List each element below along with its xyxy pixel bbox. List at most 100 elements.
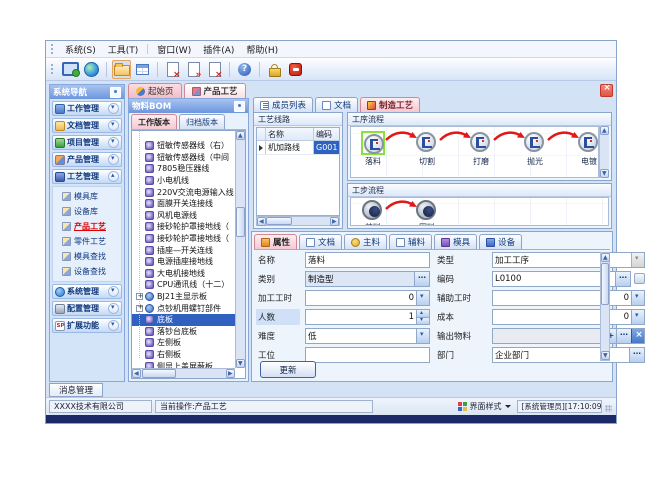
column-header-code[interactable]: 编码 [314,128,339,140]
process-flow-canvas[interactable]: 落料 切割 打磨 抛光 电镀 [350,126,599,178]
tab-start-page[interactable]: 起始页 [128,83,182,98]
sidebar-item-product-process[interactable]: 产品工艺 [53,220,121,233]
pin-icon[interactable] [234,101,245,112]
route-horizontal-scrollbar[interactable] [256,216,340,226]
expand-plus-icon[interactable] [136,305,143,312]
aux-hours-input[interactable] [493,291,631,305]
menu-system[interactable]: 系统(S) [59,42,102,57]
lock-button[interactable] [265,60,284,79]
tab-documents[interactable]: 文档 [299,234,342,249]
scrollbar-thumb[interactable] [142,369,176,378]
pin-icon[interactable] [110,87,121,98]
flow-vertical-scrollbar[interactable] [599,126,609,178]
scrollbar-thumb[interactable] [266,217,292,225]
tab-archived-version[interactable]: 归档版本 [179,114,225,129]
tree-item[interactable]: 左侧板 [132,337,235,349]
tree-item[interactable]: 插座—开关连线 [132,244,235,256]
update-button[interactable]: 更新 [260,361,316,378]
name-input[interactable] [306,253,429,267]
tab-product-process[interactable]: 产品工艺 [184,83,246,98]
tree-item[interactable]: 钮敏传感器线（右） [132,140,235,152]
tree-item[interactable]: 大电机接地线 [132,268,235,280]
machine-hours-dropdown-icon[interactable] [416,291,429,305]
tree-item[interactable]: 220V交流电源输入线 [132,186,235,198]
difficulty-input[interactable] [306,329,416,343]
tree-item[interactable]: 小电机线 [132,175,235,187]
tree-item[interactable]: 接砂轮护罩接地线（ [132,221,235,233]
sidebar-group-config[interactable]: 配置管理 [52,301,122,316]
menu-window[interactable]: 窗口(W) [151,42,197,57]
help-button[interactable] [235,60,254,79]
tab-documents[interactable]: 文档 [315,97,358,112]
tree-item[interactable]: 接砂轮护罩接地线（ [132,233,235,245]
flow-node-selected[interactable] [361,131,385,155]
category-browse-button[interactable] [414,272,429,286]
route-row[interactable]: 机加路线 G001 [257,141,339,155]
scroll-right-icon[interactable] [330,217,339,226]
tree-item-expandable[interactable]: BJ21主显示板 [132,291,235,303]
column-header-name[interactable]: 名称 [266,128,314,140]
sidebar-group-process[interactable]: 工艺管理 [52,169,122,184]
tab-aux-material[interactable]: 辅料 [389,234,432,249]
scroll-left-icon[interactable] [132,369,141,378]
code-extra-button[interactable] [634,273,645,284]
chevron-down-icon[interactable] [108,303,119,314]
sidebar-item-equipment-search[interactable]: 设备查找 [53,265,121,278]
tree-item[interactable]: 钮敏传感器线（中间 [132,152,235,164]
code-input[interactable] [493,272,615,286]
chevron-down-icon[interactable] [108,137,119,148]
tree-vertical-scrollbar[interactable] [235,131,245,368]
tree-item[interactable]: 落钞台底板 [132,326,235,338]
tab-equipment[interactable]: 设备 [479,234,522,249]
people-input[interactable] [306,310,416,324]
form-vertical-scrollbar[interactable] [600,252,610,361]
tab-properties[interactable]: 属性 [254,234,297,249]
menu-help[interactable]: 帮助(H) [240,42,284,57]
scroll-up-icon[interactable] [236,131,245,140]
scroll-up-icon[interactable] [600,126,609,135]
scrollbar-thumb[interactable] [601,263,609,305]
sidebar-group-extension[interactable]: 扩展功能 [52,318,122,333]
sidebar-group-product[interactable]: 产品管理 [52,152,122,167]
station-input[interactable] [306,348,429,362]
tab-main-material[interactable]: 主料 [344,234,387,249]
output-material-browse-button[interactable] [616,329,631,343]
expand-plus-icon[interactable] [136,293,143,300]
tab-member-list[interactable]: 成员列表 [253,97,313,112]
folder-view-button[interactable] [112,60,131,79]
doc-close-button[interactable] [205,60,224,79]
tree-item[interactable]: 电源插座接地线 [132,256,235,268]
code-browse-button[interactable] [615,272,630,286]
department-browse-button[interactable] [629,348,644,362]
tree-item[interactable]: 面膜开关连接线 [132,198,235,210]
sidebar-group-work[interactable]: 工作管理 [52,101,122,116]
chevron-down-icon[interactable] [108,103,119,114]
scroll-up-icon[interactable] [601,253,610,262]
chevron-down-icon[interactable] [108,286,119,297]
type-input[interactable] [493,253,631,267]
sidebar-item-equipment-library[interactable]: 设备库 [53,205,121,218]
type-dropdown-icon[interactable] [631,253,644,267]
chevron-down-icon[interactable] [108,120,119,131]
sidebar-group-system[interactable]: 系统管理 [52,284,122,299]
tree-item[interactable]: 侧显上盖屏蔽板 [132,360,235,368]
machine-hours-input[interactable] [306,291,416,305]
tab-working-version[interactable]: 工作版本 [131,114,177,129]
scrollbar-thumb[interactable] [236,207,245,237]
chevron-down-icon[interactable] [108,154,119,165]
flow-node[interactable] [361,199,385,223]
tree-horizontal-scrollbar[interactable] [132,368,235,378]
sidebar-item-part-process[interactable]: 零件工艺 [53,235,121,248]
chevron-up-icon[interactable] [108,171,119,182]
interface-style-button[interactable]: 界面样式 [455,400,514,413]
tree-item[interactable]: 7805稳压器线 [132,163,235,175]
web-button[interactable] [82,60,101,79]
resize-grip[interactable] [605,401,613,413]
output-material-input[interactable] [493,329,603,343]
sidebar-item-mold-library[interactable]: 模具库 [53,190,121,203]
sidebar-item-mold-search[interactable]: 模具查找 [53,250,121,263]
tree-item-expandable[interactable]: 点钞机用螺钉部件 [132,302,235,314]
scroll-left-icon[interactable] [257,217,266,226]
doc-refresh-button[interactable] [184,60,203,79]
cost-input[interactable] [493,310,631,324]
